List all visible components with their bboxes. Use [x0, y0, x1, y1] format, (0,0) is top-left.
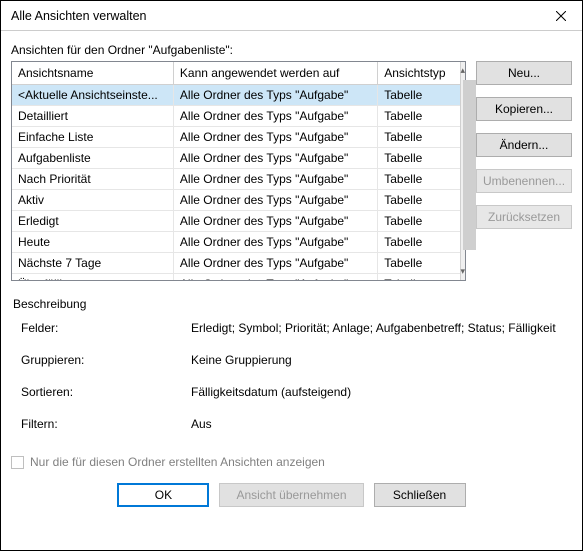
cell-scope: Alle Ordner des Typs "Aufgabe": [173, 147, 377, 168]
table-row[interactable]: DetailliertAlle Ordner des Typs "Aufgabe…: [12, 105, 460, 126]
table-row[interactable]: AufgabenlisteAlle Ordner des Typs "Aufga…: [12, 147, 460, 168]
cell-scope: Alle Ordner des Typs "Aufgabe": [173, 231, 377, 252]
cell-scope: Alle Ordner des Typs "Aufgabe": [173, 252, 377, 273]
titlebar: Alle Ansichten verwalten: [1, 1, 582, 31]
cell-scope: Alle Ordner des Typs "Aufgabe": [173, 168, 377, 189]
views-table[interactable]: Ansichtsname Kann angewendet werden auf …: [12, 62, 460, 280]
col-type[interactable]: Ansichtstyp: [378, 62, 460, 84]
filter-value: Aus: [191, 417, 570, 431]
table-row[interactable]: AktivAlle Ordner des Typs "Aufgabe"Tabel…: [12, 189, 460, 210]
sort-value: Fälligkeitsdatum (aufsteigend): [191, 385, 570, 399]
col-scope[interactable]: Kann angewendet werden auf: [173, 62, 377, 84]
side-buttons: Neu... Kopieren... Ändern... Umbenennen.…: [476, 61, 572, 281]
cell-name: Überfällig: [12, 273, 173, 280]
table-row[interactable]: Nächste 7 TageAlle Ordner des Typs "Aufg…: [12, 252, 460, 273]
cell-scope: Alle Ordner des Typs "Aufgabe": [173, 126, 377, 147]
group-value: Keine Gruppierung: [191, 353, 570, 367]
cell-type: Tabelle: [378, 210, 460, 231]
bottom-buttons: OK Ansicht übernehmen Schließen: [11, 483, 572, 517]
table-row[interactable]: ErledigtAlle Ordner des Typs "Aufgabe"Ta…: [12, 210, 460, 231]
cell-scope: Alle Ordner des Typs "Aufgabe": [173, 210, 377, 231]
cell-scope: Alle Ordner des Typs "Aufgabe": [173, 273, 377, 280]
ok-button[interactable]: OK: [117, 483, 209, 507]
checkbox-label: Nur die für diesen Ordner erstellten Ans…: [30, 455, 325, 469]
new-button[interactable]: Neu...: [476, 61, 572, 85]
scroll-thumb[interactable]: [463, 80, 476, 250]
table-row[interactable]: Nach PrioritätAlle Ordner des Typs "Aufg…: [12, 168, 460, 189]
cell-type: Tabelle: [378, 252, 460, 273]
cell-type: Tabelle: [378, 147, 460, 168]
col-name[interactable]: Ansichtsname: [12, 62, 173, 84]
cell-name: Detailliert: [12, 105, 173, 126]
apply-button[interactable]: Ansicht übernehmen: [219, 483, 363, 507]
fields-value: Erledigt; Symbol; Priorität; Anlage; Auf…: [191, 321, 570, 335]
views-table-container: Ansichtsname Kann angewendet werden auf …: [11, 61, 466, 281]
cell-type: Tabelle: [378, 84, 460, 105]
dialog-body: Ansichten für den Ordner "Aufgabenliste"…: [1, 31, 582, 525]
cell-name: Einfache Liste: [12, 126, 173, 147]
copy-button[interactable]: Kopieren...: [476, 97, 572, 121]
cell-scope: Alle Ordner des Typs "Aufgabe": [173, 105, 377, 126]
cell-name: <Aktuelle Ansichtseinste...: [12, 84, 173, 105]
table-row[interactable]: Einfache ListeAlle Ordner des Typs "Aufg…: [12, 126, 460, 147]
reset-button[interactable]: Zurücksetzen: [476, 205, 572, 229]
cell-name: Nach Priorität: [12, 168, 173, 189]
folder-label: Ansichten für den Ordner "Aufgabenliste"…: [11, 43, 572, 57]
table-row[interactable]: ÜberfälligAlle Ordner des Typs "Aufgabe"…: [12, 273, 460, 280]
sort-label: Sortieren:: [21, 385, 191, 399]
close-button[interactable]: [540, 1, 582, 31]
only-this-folder-check[interactable]: Nur die für diesen Ordner erstellten Ans…: [11, 455, 572, 469]
scroll-up-icon[interactable]: ▴: [461, 62, 466, 79]
table-row[interactable]: HeuteAlle Ordner des Typs "Aufgabe"Tabel…: [12, 231, 460, 252]
close-icon: [556, 11, 566, 21]
table-row[interactable]: <Aktuelle Ansichtseinste...Alle Ordner d…: [12, 84, 460, 105]
checkbox-icon[interactable]: [11, 456, 24, 469]
description-title: Beschreibung: [13, 297, 570, 311]
vertical-scrollbar[interactable]: ▴ ▾: [460, 62, 466, 280]
cell-name: Heute: [12, 231, 173, 252]
description-section: Beschreibung Felder: Erledigt; Symbol; P…: [11, 293, 572, 447]
cell-type: Tabelle: [378, 105, 460, 126]
cell-name: Nächste 7 Tage: [12, 252, 173, 273]
fields-label: Felder:: [21, 321, 191, 335]
cell-scope: Alle Ordner des Typs "Aufgabe": [173, 84, 377, 105]
cell-scope: Alle Ordner des Typs "Aufgabe": [173, 189, 377, 210]
scroll-down-icon[interactable]: ▾: [461, 263, 466, 280]
cell-type: Tabelle: [378, 231, 460, 252]
filter-label: Filtern:: [21, 417, 191, 431]
cell-type: Tabelle: [378, 168, 460, 189]
cell-name: Aufgabenliste: [12, 147, 173, 168]
cell-name: Erledigt: [12, 210, 173, 231]
group-label: Gruppieren:: [21, 353, 191, 367]
cell-type: Tabelle: [378, 126, 460, 147]
modify-button[interactable]: Ändern...: [476, 133, 572, 157]
cell-type: Tabelle: [378, 189, 460, 210]
cell-name: Aktiv: [12, 189, 173, 210]
cell-type: Tabelle: [378, 273, 460, 280]
window-title: Alle Ansichten verwalten: [11, 9, 147, 23]
close-dialog-button[interactable]: Schließen: [374, 483, 466, 507]
rename-button[interactable]: Umbenennen...: [476, 169, 572, 193]
